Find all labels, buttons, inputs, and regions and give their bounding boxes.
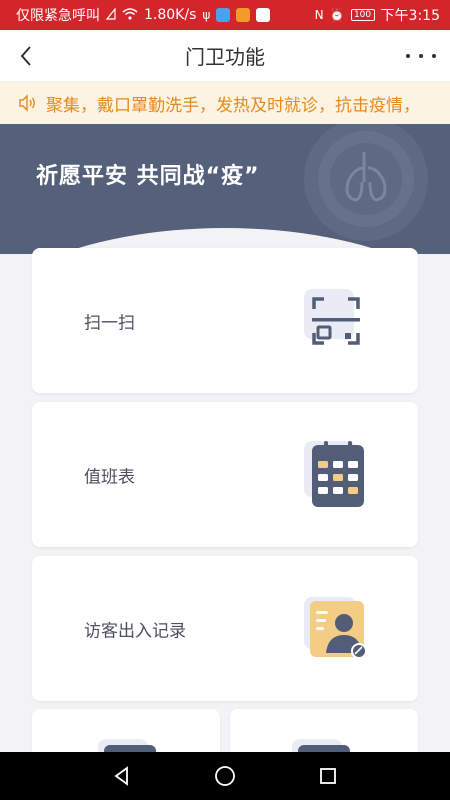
lungs-emblem-icon	[304, 124, 428, 241]
notice-bar: 聚集，戴口罩勤洗手，发热及时就诊，抗击疫情，	[0, 82, 450, 124]
wifi-icon	[122, 7, 138, 23]
more-dot-icon	[406, 54, 410, 58]
scan-icon	[304, 288, 360, 345]
banner-title: 祈愿平安 共同战“疫”	[36, 164, 260, 189]
visitor-record-icon	[304, 596, 367, 659]
battery-icon: 100	[350, 9, 375, 21]
duty-schedule-label: 值班表	[84, 467, 135, 487]
video-app-icon	[236, 8, 251, 22]
app-header: 门卫功能	[0, 30, 450, 82]
status-right: N ⏰ 100 下午3:15	[315, 5, 440, 25]
page-title: 门卫功能	[185, 45, 265, 69]
duty-schedule-card[interactable]: 值班表	[32, 402, 418, 547]
visitor-record-label: 访客出入记录	[84, 621, 186, 641]
more-options-button[interactable]	[406, 44, 436, 68]
network-speed: 1.80K/s	[144, 7, 197, 23]
nfc-icon: N	[314, 8, 324, 22]
clock: 下午3:15	[380, 8, 440, 24]
notice-text: 聚集，戴口罩勤洗手，发热及时就诊，抗击疫情，	[46, 95, 420, 116]
system-nav-bar	[0, 752, 450, 800]
app-notification-icon	[216, 8, 231, 22]
speaker-icon	[19, 94, 35, 112]
more-dot-icon	[432, 54, 436, 58]
scan-card[interactable]: 扫一扫	[32, 248, 418, 393]
square-recents-icon	[320, 768, 337, 784]
chevron-left-icon	[20, 46, 31, 66]
message-app-icon	[256, 8, 271, 22]
visitor-record-card[interactable]: 访客出入记录	[32, 556, 418, 701]
nav-recents-button[interactable]	[308, 756, 348, 796]
status-bar: 仅限紧急呼叫 1.80K/s ψ N ⏰ 100 下午3:15	[0, 0, 450, 30]
nav-home-button[interactable]	[205, 756, 245, 796]
carrier-text: 仅限紧急呼叫	[16, 8, 100, 24]
no-signal-icon	[105, 6, 116, 23]
triangle-back-icon	[114, 766, 128, 786]
back-button[interactable]	[12, 42, 40, 70]
status-left: 仅限紧急呼叫 1.80K/s ψ	[16, 5, 271, 25]
scan-label: 扫一扫	[84, 313, 135, 333]
calendar-icon	[304, 440, 364, 507]
usb-icon: ψ	[202, 8, 211, 22]
battery-level: 100	[353, 10, 372, 20]
circle-home-icon	[215, 766, 235, 786]
nav-back-button[interactable]	[102, 756, 142, 796]
more-dot-icon	[419, 54, 423, 58]
banner: 祈愿平安 共同战“疫”	[0, 124, 450, 254]
alarm-icon: ⏰	[329, 8, 345, 22]
